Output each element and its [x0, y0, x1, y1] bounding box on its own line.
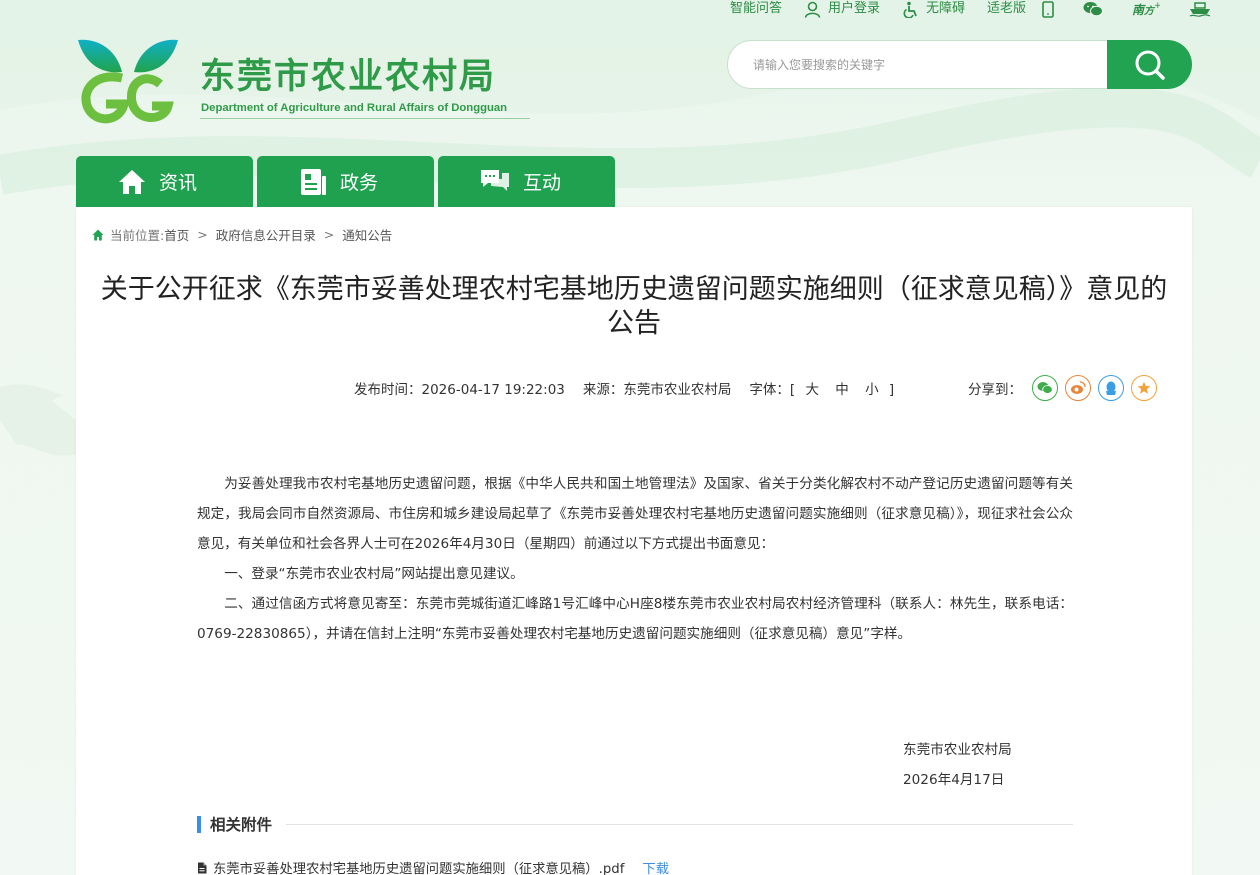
- paragraph: 一、登录“东莞市农业农村局”网站提出意见建议。: [224, 566, 524, 582]
- nanfang-plus-icon[interactable]: 南方 +: [1132, 1, 1167, 17]
- home-icon: [119, 169, 145, 194]
- breadcrumb-home[interactable]: 首页: [164, 225, 189, 244]
- heading-divider: [286, 823, 1073, 825]
- paragraph: 二、通过信函方式将意见寄至：东莞市莞城街道汇峰路1号汇峰中心H座8楼东莞市农业农…: [197, 596, 1073, 642]
- attachment-item: 东莞市妥善处理农村宅基地历史遗留问题实施细则（征求意见稿）.pdf 下载: [197, 858, 669, 875]
- breadcrumb-sep: >: [323, 227, 335, 242]
- sign-date: 2026年4月17日: [903, 772, 1005, 788]
- breadcrumb-level1[interactable]: 政府信息公开目录: [216, 225, 316, 244]
- user-login-link[interactable]: 用户登录: [804, 1, 880, 18]
- share-wechat-icon[interactable]: [1032, 375, 1058, 401]
- share-label: 分享到：: [968, 382, 1022, 398]
- publish-time: 发布时间：2026-04-17 19:22:03: [354, 382, 565, 398]
- document-icon: [301, 168, 326, 195]
- logo-title-en: Department of Agriculture and Rural Affa…: [201, 102, 508, 114]
- share-bar: 分享到：: [968, 375, 1164, 401]
- wheelchair-icon: [903, 1, 917, 18]
- tab-government-affairs[interactable]: 政务: [257, 156, 434, 207]
- share-weibo-icon[interactable]: [1065, 375, 1091, 401]
- font-medium-button[interactable]: 中: [835, 382, 849, 398]
- signature-block: 东莞市农业农村局 2026年4月17日: [903, 735, 1012, 795]
- font-large-button[interactable]: 大: [805, 382, 819, 398]
- elderly-mode-link[interactable]: 适老版: [987, 1, 1026, 17]
- wechat-icon[interactable]: [1083, 1, 1110, 17]
- chat-icon: [481, 169, 509, 191]
- breadcrumb: 当前位置: 首页 > 政府信息公开目录 > 通知公告: [92, 225, 392, 244]
- breadcrumb-level2[interactable]: 通知公告: [342, 225, 392, 244]
- font-small-button[interactable]: 小: [865, 382, 879, 398]
- logo-divider: [200, 118, 530, 119]
- article-meta: 发布时间：2026-04-17 19:22:03 来源：东莞市农业农村局 字体：…: [354, 378, 912, 398]
- attachment-name[interactable]: 东莞市妥善处理农村宅基地历史遗留问题实施细则（征求意见稿）.pdf: [213, 858, 624, 875]
- logo-title-cn: 东莞市农业农村局: [200, 57, 497, 97]
- share-favorite-icon[interactable]: [1131, 375, 1157, 401]
- accessible-link[interactable]: 无障碍: [902, 1, 965, 18]
- site-logo[interactable]: 东莞市农业农村局 Department of Agriculture and R…: [76, 38, 536, 124]
- paragraph: 为妥善处理我市农村宅基地历史遗留问题，根据《中华人民共和国土地管理法》及国家、省…: [197, 476, 1073, 552]
- tab-interaction[interactable]: 互动: [438, 156, 615, 207]
- sign-org: 东莞市农业农村局: [903, 742, 1012, 758]
- article-body: 为妥善处理我市农村宅基地历史遗留问题，根据《中华人民共和国土地管理法》及国家、省…: [197, 469, 1073, 649]
- article-source: 来源：东莞市农业农村局: [582, 382, 732, 398]
- user-icon: [804, 1, 821, 18]
- search-bar: [727, 40, 1192, 89]
- download-link[interactable]: 下载: [642, 858, 669, 875]
- svg-text:+: +: [1154, 1, 1160, 11]
- search-button[interactable]: [1107, 40, 1192, 89]
- home-small-icon: [92, 229, 104, 240]
- main-nav: 资讯 政务 互动: [76, 156, 619, 207]
- top-utility-bar: 智能问答 用户登录 无障碍 适老版 南方 +: [730, 0, 1240, 18]
- attachments-heading: 相关附件: [197, 814, 1073, 834]
- smart-qa-link[interactable]: 智能问答: [730, 1, 782, 17]
- tab-news[interactable]: 资讯: [76, 156, 253, 207]
- mobile-icon[interactable]: [1042, 0, 1061, 18]
- file-icon: [198, 862, 207, 873]
- content-card: 当前位置: 首页 > 政府信息公开目录 > 通知公告 关于公开征求《东莞市妥善处…: [76, 207, 1192, 875]
- share-qq-icon[interactable]: [1098, 375, 1124, 401]
- search-icon: [1135, 50, 1165, 80]
- font-size-switcher: 字体：[ 大 中 小 ]: [749, 382, 895, 398]
- breadcrumb-sep: >: [197, 227, 208, 242]
- search-input[interactable]: [727, 40, 1117, 89]
- heading-accent-bar: [197, 815, 201, 833]
- dg-emblem-icon: [78, 39, 178, 124]
- article-title: 关于公开征求《东莞市妥善处理农村宅基地历史遗留问题实施细则（征求意见稿）》意见的…: [100, 274, 1168, 339]
- ship-icon[interactable]: [1189, 1, 1218, 17]
